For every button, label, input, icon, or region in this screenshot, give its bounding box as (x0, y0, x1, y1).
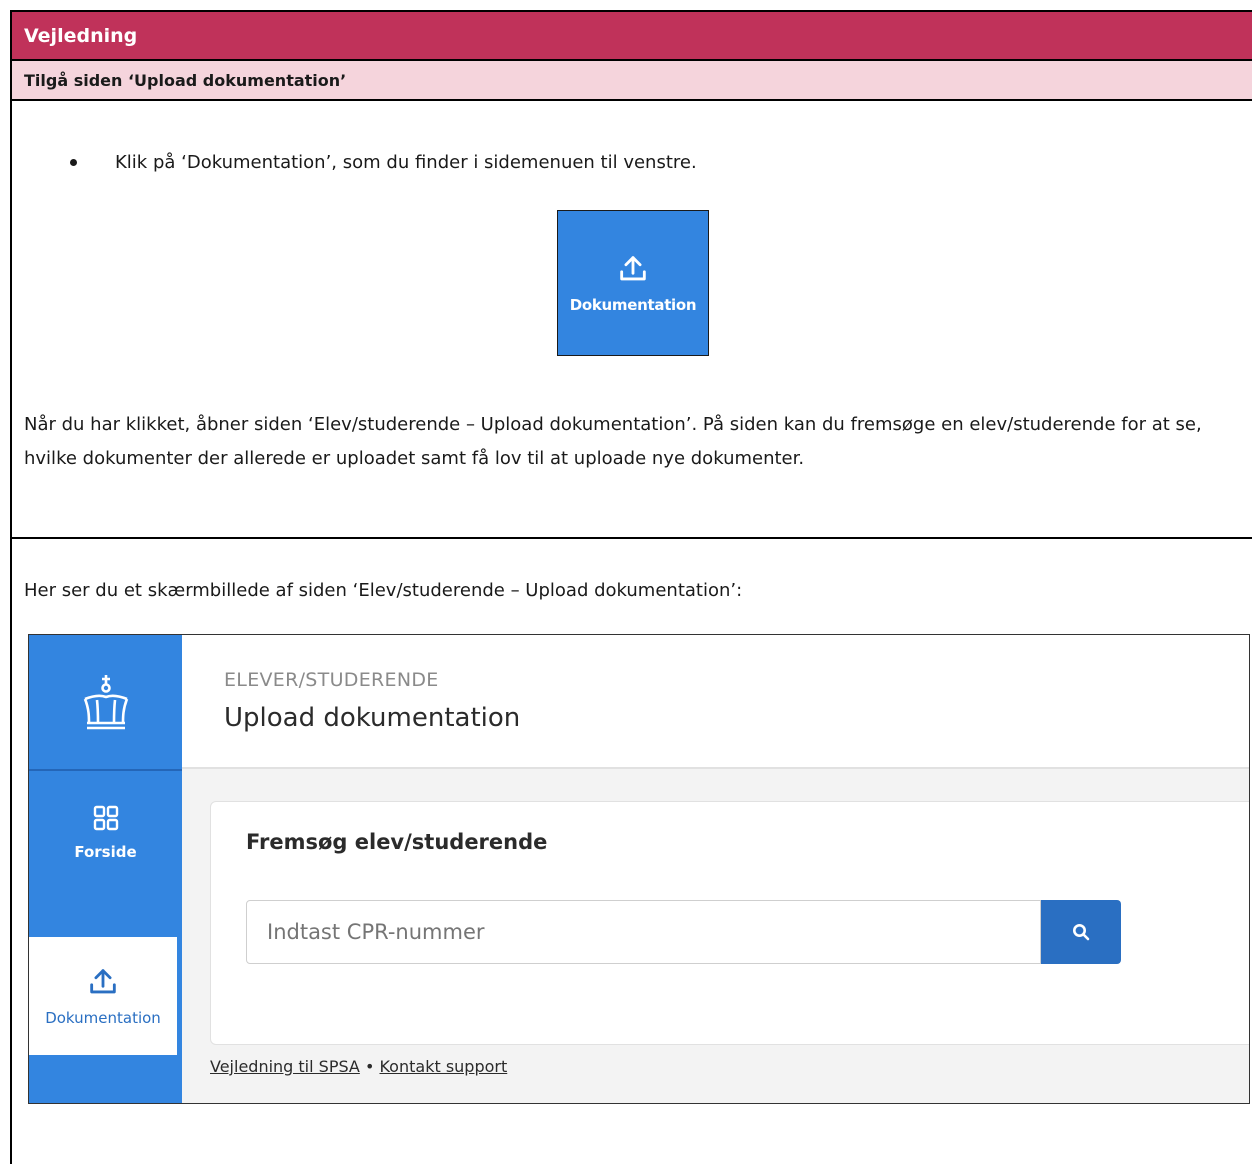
sidebar-item-label: Forside (74, 843, 137, 861)
guide-header-title: Vejledning (24, 24, 138, 47)
logo[interactable] (29, 635, 182, 769)
sidebar-item-dokumentation[interactable]: Dokumentation (29, 937, 177, 1055)
search-button[interactable] (1041, 900, 1121, 964)
search-card: Fremsøg elev/studerende (210, 801, 1249, 1045)
sidebar-separator (29, 769, 182, 771)
grid-icon (93, 805, 118, 831)
support-link[interactable]: Kontakt support (379, 1057, 507, 1076)
section-header: Tilgå siden ‘Upload dokumentation’ (12, 61, 1252, 101)
instruction-bullet: Klik på ‘Dokumentation’, som du finder i… (70, 152, 697, 173)
tile-label: Dokumentation (569, 296, 697, 314)
upload-icon (620, 256, 646, 281)
app-screenshot: Forside Dokumentation ELEVER/STUDERENDE … (28, 634, 1250, 1104)
instruction-text: Klik på ‘Dokumentation’, som du finder i… (115, 152, 697, 173)
section-title: Tilgå siden ‘Upload dokumentation’ (24, 70, 347, 90)
footer-links: Vejledning til SPSA • Kontakt support (210, 1057, 507, 1076)
crown-icon (83, 675, 128, 730)
link-separator: • (364, 1057, 375, 1076)
cpr-search-input[interactable] (246, 900, 1041, 964)
sidebar-item-label: Dokumentation (45, 1009, 161, 1027)
screenshot-intro: Her ser du et skærmbillede af siden ‘Ele… (24, 580, 743, 601)
bullet-dot (70, 159, 77, 166)
breadcrumb: ELEVER/STUDERENDE (224, 669, 439, 691)
page-title: Upload dokumentation (224, 703, 521, 733)
explanation-paragraph: Når du har klikket, åbner siden ‘Elev/st… (24, 414, 1202, 469)
guide-link[interactable]: Vejledning til SPSA (210, 1057, 360, 1076)
search-icon (1073, 924, 1090, 941)
dokumentation-tile: Dokumentation (557, 210, 709, 356)
guide-header: Vejledning (12, 12, 1252, 59)
page-header: ELEVER/STUDERENDE Upload dokumentation (182, 635, 1249, 769)
upload-icon (90, 969, 116, 994)
search-card-title: Fremsøg elev/studerende (246, 830, 548, 854)
sidebar-item-forside[interactable]: Forside (29, 805, 182, 905)
row-divider (12, 537, 1252, 539)
sidebar: Forside Dokumentation (29, 635, 182, 1103)
document-page: Vejledning Tilgå siden ‘Upload dokumenta… (0, 0, 1252, 1164)
